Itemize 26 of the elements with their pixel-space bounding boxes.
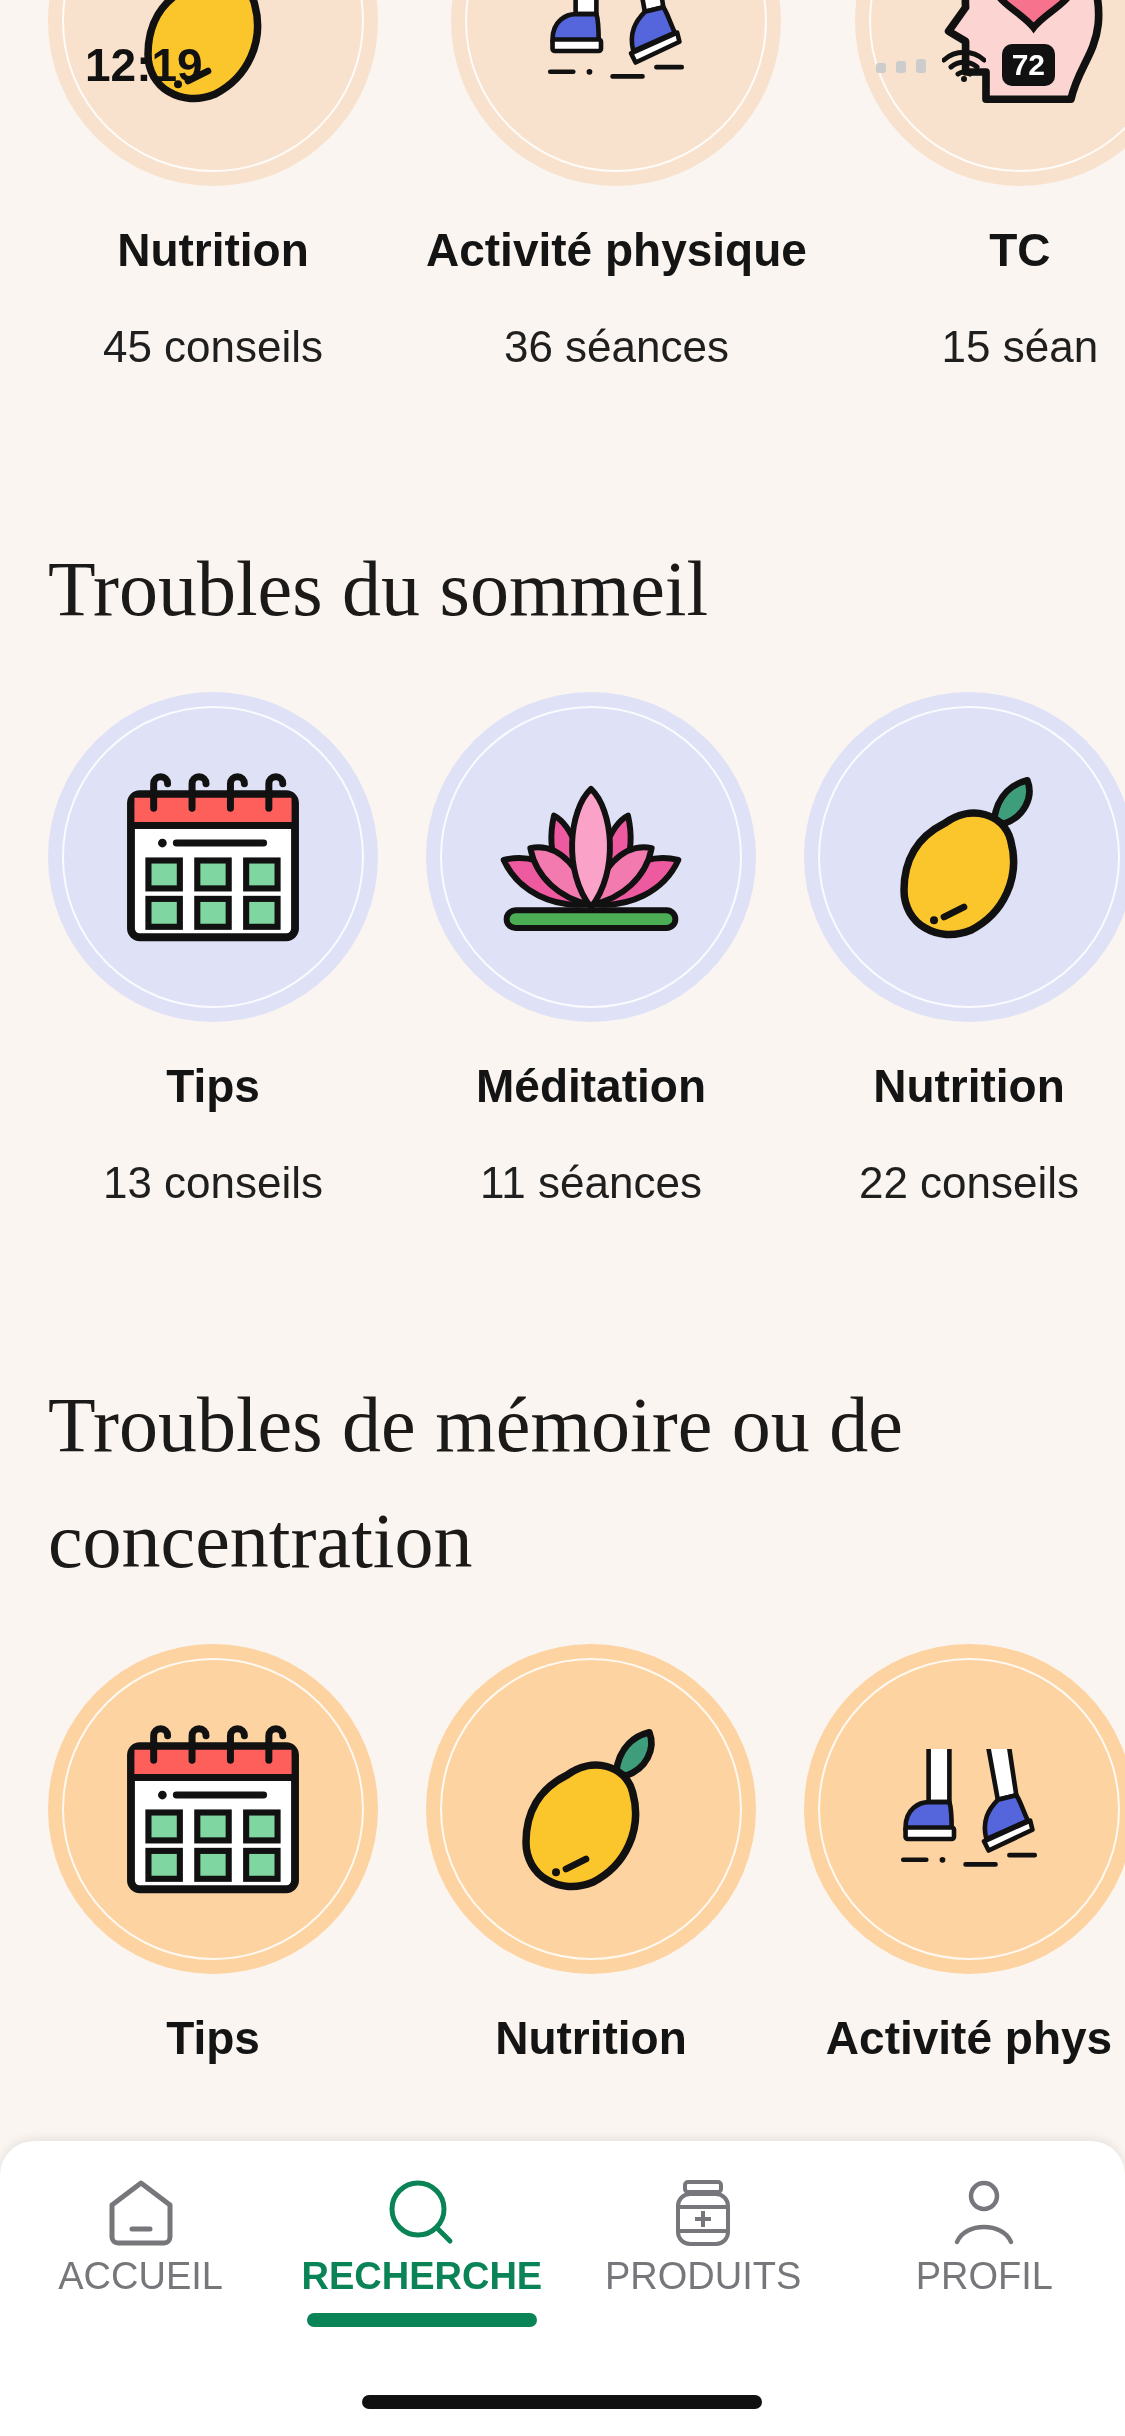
nav-tab[interactable]: PROFIL bbox=[843, 2173, 1125, 2327]
category-title: TC bbox=[989, 223, 1051, 278]
category-count: 11 séances bbox=[480, 1157, 702, 1209]
category-count: 13 conseils bbox=[102, 1157, 324, 1209]
category-count: 15 séan bbox=[941, 321, 1099, 373]
signal-icon bbox=[875, 57, 926, 73]
category-title: Activité phys bbox=[825, 2011, 1113, 2066]
category-count: 36 séances bbox=[503, 321, 729, 373]
nav-tab[interactable]: PRODUITS bbox=[562, 2173, 844, 2327]
category-title: Activité physique bbox=[426, 223, 807, 278]
category-title: Tips bbox=[166, 1059, 260, 1114]
category-title: Tips bbox=[166, 2011, 260, 2066]
category-title: Nutrition bbox=[873, 1059, 1065, 1114]
category-title: Méditation bbox=[476, 1059, 706, 1114]
category-title: Nutrition bbox=[117, 223, 309, 278]
nav-tab[interactable]: RECHERCHE bbox=[281, 2173, 563, 2327]
jar-icon bbox=[675, 2179, 732, 2247]
nav-tab[interactable]: ACCUEIL bbox=[0, 2173, 282, 2327]
category-title: Nutrition bbox=[495, 2011, 687, 2066]
section-title: Troubles de mémoire ou de concentration bbox=[48, 1380, 904, 1586]
category-count: 45 conseils bbox=[102, 321, 324, 373]
profile-icon bbox=[953, 2180, 1016, 2246]
wifi-icon bbox=[941, 48, 986, 82]
category-count: 22 conseils bbox=[858, 1157, 1080, 1209]
section-title: Troubles du sommeil bbox=[48, 544, 710, 634]
battery-indicator: 72 bbox=[1001, 44, 1055, 86]
